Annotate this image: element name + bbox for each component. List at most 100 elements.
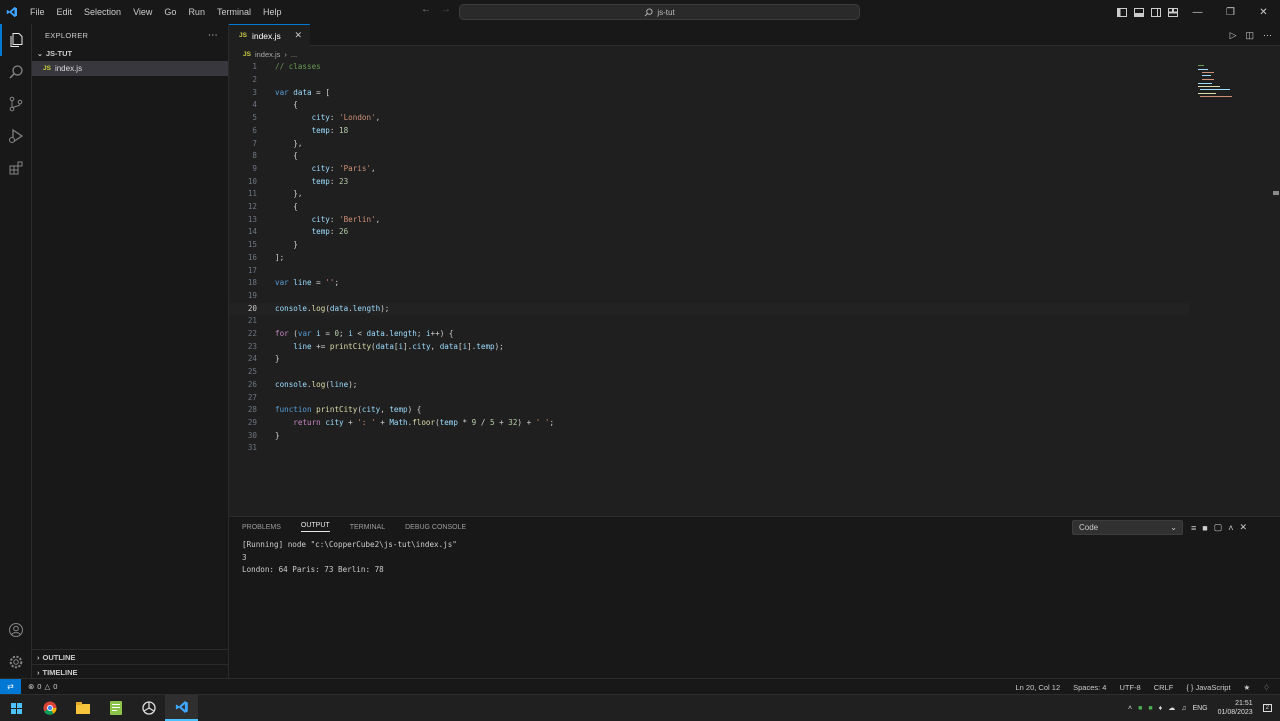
clear-output-icon[interactable]: ≡ (1191, 523, 1196, 533)
line-code: function printCity(city, temp) { (275, 405, 422, 415)
forward-arrow-icon[interactable]: → (441, 4, 451, 15)
run-code-icon[interactable]: ▷ (1230, 30, 1237, 41)
menu-go[interactable]: Go (158, 0, 182, 24)
problems-indicator[interactable]: ⊗ 0 △ 0 (21, 682, 57, 691)
line-code: { (293, 151, 298, 161)
line-code: } (293, 240, 298, 250)
close-window-button[interactable]: ✕ (1247, 0, 1280, 24)
minimap[interactable] (1194, 63, 1234, 103)
tab-problems[interactable]: PROBLEMS (242, 524, 281, 531)
accounts-icon[interactable] (0, 614, 32, 646)
tab-debug-console[interactable]: DEBUG CONSOLE (405, 524, 466, 531)
language-mode[interactable]: { } JavaScript (1186, 683, 1230, 692)
code-line: 4 { (229, 99, 1189, 112)
search-icon[interactable] (0, 56, 32, 88)
line-number: 2 (252, 75, 257, 84)
line-number: 23 (247, 341, 257, 351)
tab-terminal[interactable]: TERMINAL (350, 524, 385, 531)
code-line: 9 city: 'Paris', (229, 163, 1189, 176)
clock[interactable]: 21:51 01/08/2023 (1218, 699, 1253, 717)
breadcrumb-file[interactable]: index.js (255, 50, 280, 59)
line-code: city: 'Berlin', (311, 214, 381, 224)
line-code: }, (293, 189, 303, 199)
command-center[interactable]: js-tut (459, 4, 860, 20)
customize-layout-icon[interactable] (1164, 0, 1181, 24)
chrome-icon[interactable] (33, 695, 66, 721)
open-in-editor-icon[interactable]: ▢ (1214, 522, 1223, 533)
line-code: } (275, 430, 280, 440)
folder-js-tut[interactable]: ⌄ JS-TUT (32, 46, 228, 61)
dropbox-icon[interactable]: ♦ (1159, 705, 1163, 712)
app-tray-icon[interactable]: ■ (1138, 705, 1142, 712)
maximize-panel-icon[interactable]: ˄ (1228, 523, 1233, 533)
file-index-js[interactable]: JS index.js (32, 61, 228, 76)
braces-icon: { } (1186, 682, 1194, 692)
line-number: 30 (247, 430, 257, 440)
menu-run[interactable]: Run (182, 0, 211, 24)
code-line: 13 city: 'Berlin', (229, 214, 1189, 227)
file-explorer-icon[interactable] (66, 695, 99, 721)
toggle-sidebar-icon[interactable] (1113, 0, 1130, 24)
source-control-icon[interactable] (0, 88, 32, 120)
menu-selection[interactable]: Selection (78, 0, 127, 24)
line-number: 25 (247, 367, 257, 377)
encoding[interactable]: UTF-8 (1119, 683, 1140, 692)
volume-icon[interactable]: ♫ (1181, 705, 1186, 712)
indentation[interactable]: Spaces: 4 (1073, 683, 1106, 692)
cursor-position[interactable]: Ln 20, Col 12 (1016, 683, 1061, 692)
feedback-icon[interactable]: ★ (1244, 683, 1251, 692)
line-code: { (293, 100, 298, 110)
more-actions-icon[interactable]: ⋯ (208, 30, 218, 41)
extensions-icon[interactable] (0, 152, 32, 184)
app-tray-icon-2[interactable]: ■ (1148, 705, 1152, 712)
split-editor-icon[interactable]: ◫ (1245, 30, 1254, 41)
output-channel-select[interactable]: Code ⌄ (1072, 520, 1183, 535)
timeline-section[interactable]: › TIMELINE (32, 664, 229, 679)
code-line: 16]; (229, 252, 1189, 265)
code-line: 24} (229, 353, 1189, 366)
chevron-up-icon[interactable]: ˄ (1128, 705, 1132, 712)
line-code: ]; (275, 252, 285, 262)
menu-view[interactable]: View (127, 0, 158, 24)
more-actions-icon[interactable]: ⋯ (1263, 30, 1272, 41)
toggle-panel-icon[interactable] (1130, 0, 1147, 24)
windows-start-icon[interactable] (0, 695, 33, 721)
line-number: 15 (247, 240, 257, 250)
back-arrow-icon[interactable]: ← (421, 4, 431, 15)
tab-output[interactable]: OUTPUT (300, 522, 330, 532)
network-icon[interactable]: ☁ (1168, 704, 1175, 712)
notifications-icon[interactable]: ♢ (1263, 683, 1270, 692)
menu-terminal[interactable]: Terminal (211, 0, 257, 24)
close-panel-icon[interactable]: ✕ (1239, 522, 1247, 533)
explorer-icon[interactable] (0, 24, 32, 56)
minimize-button[interactable]: — (1181, 0, 1214, 24)
line-number: 12 (247, 202, 257, 211)
menu-edit[interactable]: Edit (51, 0, 79, 24)
code-line: 15 } (229, 239, 1189, 252)
code-editor[interactable]: 1// classes 2 3 var data = [4 {5 city: 'Lon… (229, 61, 1280, 516)
scrollbar-marker[interactable] (1273, 191, 1279, 195)
run-debug-icon[interactable] (0, 120, 32, 152)
end-of-line[interactable]: CRLF (1154, 683, 1174, 692)
lock-icon[interactable]: ■ (1202, 523, 1207, 533)
unity-app-icon[interactable] (132, 695, 165, 721)
line-number: 11 (247, 189, 257, 199)
close-tab-icon[interactable]: ✕ (294, 30, 302, 41)
line-number: 18 (247, 278, 257, 288)
restore-button[interactable]: ❐ (1214, 0, 1247, 24)
line-number: 19 (247, 290, 257, 300)
outline-section[interactable]: › OUTLINE (32, 649, 229, 664)
menu-help[interactable]: Help (257, 0, 288, 24)
breadcrumb-rest[interactable]: ... (291, 50, 297, 59)
code-line: 8 { (229, 150, 1189, 163)
tab-index-js[interactable]: JS index.js ✕ (229, 24, 310, 46)
notification-center-icon[interactable]: 2 (1262, 704, 1272, 712)
menu-file[interactable]: File (24, 0, 51, 24)
keyboard-language[interactable]: ENG (1192, 705, 1207, 712)
notepad-plus-icon[interactable] (99, 695, 132, 721)
remote-indicator-icon[interactable]: ⇄ (0, 678, 21, 695)
vscode-taskbar-icon[interactable] (165, 695, 198, 721)
toggle-secondary-sidebar-icon[interactable] (1147, 0, 1164, 24)
settings-gear-icon[interactable] (0, 646, 32, 678)
code-line: 12 { (229, 201, 1189, 214)
